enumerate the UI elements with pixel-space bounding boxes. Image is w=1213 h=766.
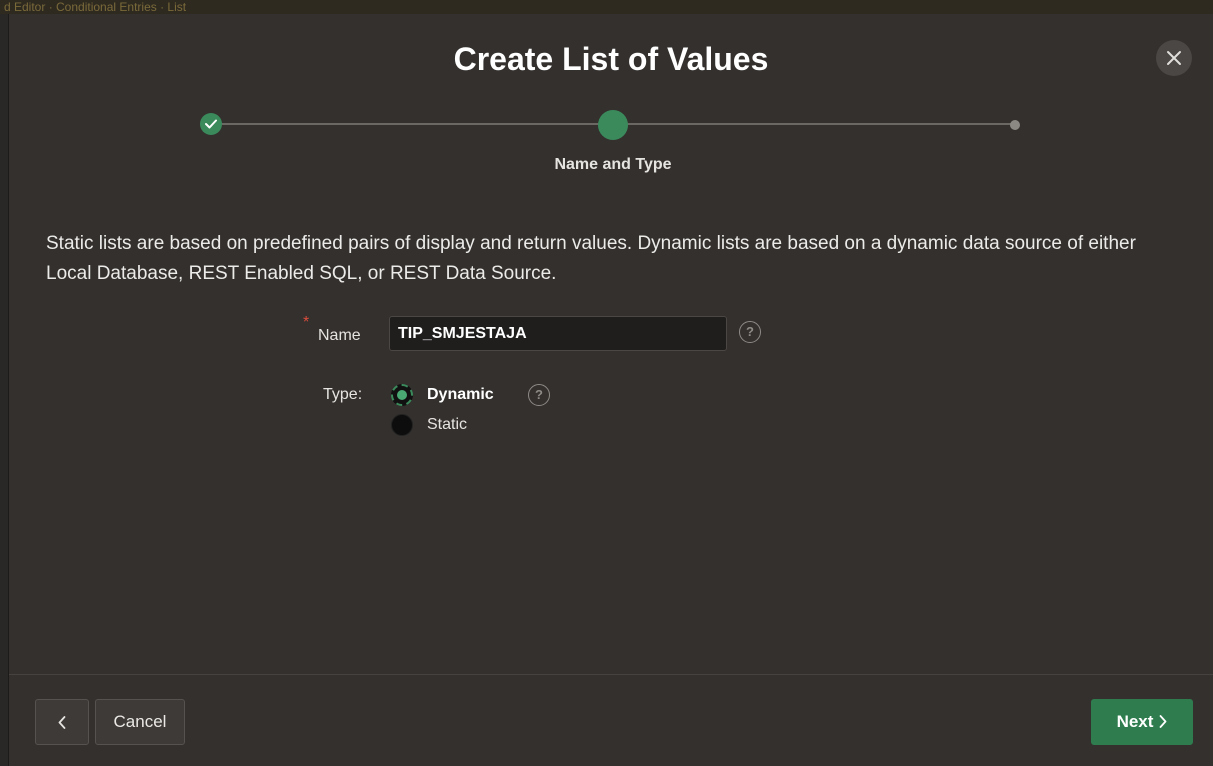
wizard-step-label: Name and Type [554,156,672,173]
type-static-label[interactable]: Static [427,416,467,434]
type-dynamic-radio[interactable] [391,384,413,406]
type-help-icon[interactable]: ? [528,384,550,406]
wizard-connector [219,123,601,125]
cancel-button[interactable]: Cancel [95,699,185,745]
create-lov-dialog: Create List of Values Name and Type Stat… [8,14,1213,766]
chevron-left-icon [58,716,66,729]
description-text: Static lists are based on predefined pai… [46,233,1136,284]
wizard-step-upcoming [1010,120,1020,130]
background-breadcrumb: d Editor · Conditional Entries · List [0,0,1213,14]
name-label: Name [318,327,361,344]
chevron-right-icon [1160,714,1167,728]
type-dynamic-label[interactable]: Dynamic [427,386,494,404]
back-button[interactable] [35,699,89,745]
wizard-step-done [200,113,222,135]
wizard-step-current [598,110,628,140]
wizard-progress: Name and Type [9,14,1213,214]
next-button[interactable]: Next [1091,699,1193,745]
required-marker: * [303,314,310,331]
name-input[interactable]: TIP_SMJESTAJA [389,316,727,351]
wizard-connector [626,123,1014,125]
name-help-icon[interactable]: ? [739,321,761,343]
type-static-radio[interactable] [391,414,413,436]
next-button-label: Next [1116,712,1154,731]
type-label: Type: [323,386,363,403]
checkmark-icon [205,119,217,129]
dialog-footer: Cancel Next [9,674,1213,766]
